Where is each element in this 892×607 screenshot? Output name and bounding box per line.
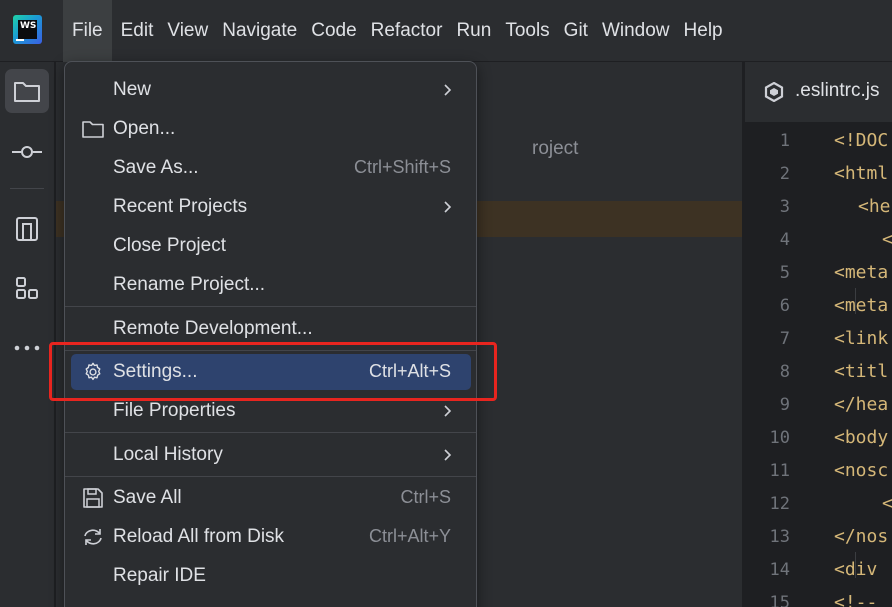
code-line[interactable]: <meta xyxy=(834,295,888,316)
menu-item-rename-project[interactable]: Rename Project... xyxy=(71,267,471,303)
line-number: 15 xyxy=(769,593,790,607)
strip-divider xyxy=(10,188,44,189)
menu-view[interactable]: View xyxy=(160,0,215,62)
menu-item-label: Local History xyxy=(113,444,223,465)
menu-window[interactable]: Window xyxy=(595,0,677,62)
menu-item-recent-projects[interactable]: Recent Projects xyxy=(71,189,471,225)
annotation-highlight-box xyxy=(49,342,497,401)
code-line[interactable]: < xyxy=(882,493,892,514)
menu-tools[interactable]: Tools xyxy=(498,0,556,62)
menu-item-label: Repair IDE xyxy=(113,565,206,586)
eslint-config-icon xyxy=(764,82,784,102)
menu-item-label: Reload All from Disk xyxy=(113,526,285,547)
chevron-right-icon xyxy=(444,201,452,213)
menu-item-save-as[interactable]: Save As... Ctrl+Shift+S xyxy=(71,150,471,186)
tool-window-strip xyxy=(0,62,55,607)
code-line[interactable]: <link xyxy=(834,328,888,349)
menu-code[interactable]: Code xyxy=(304,0,363,62)
code-line[interactable]: <titl xyxy=(834,361,888,382)
menu-item-label: Save As... xyxy=(113,157,199,178)
chevron-right-icon xyxy=(444,405,452,417)
line-number: 3 xyxy=(779,197,790,217)
line-number: 9 xyxy=(779,395,790,415)
line-number: 8 xyxy=(779,362,790,382)
project-panel-text: roject xyxy=(532,138,579,159)
code-line[interactable]: <!DOC xyxy=(834,130,888,151)
menu-file[interactable]: File xyxy=(63,0,112,62)
editor: .eslintrc.js 1 2 3 4 5 6 7 8 9 10 11 12 … xyxy=(745,62,892,607)
menu-item-local-history[interactable]: Local History xyxy=(71,437,471,473)
title-bar: WS File Edit View Navigate Code Refactor… xyxy=(0,0,892,62)
line-number: 13 xyxy=(769,527,790,547)
line-number: 10 xyxy=(769,428,790,448)
menu-item-open[interactable]: Open... xyxy=(71,111,471,147)
line-number: 5 xyxy=(779,263,790,283)
menu-navigate[interactable]: Navigate xyxy=(215,0,304,62)
line-number: 4 xyxy=(779,230,790,250)
file-menu-dropdown: New Open... Save As... Ctrl+Shift+S Rece… xyxy=(64,61,477,607)
commit-icon[interactable] xyxy=(5,130,49,174)
editor-tab-eslintrc[interactable]: .eslintrc.js xyxy=(795,80,879,102)
more-tools-icon[interactable] xyxy=(5,326,49,370)
chevron-right-icon xyxy=(444,84,452,96)
code-line[interactable]: <he xyxy=(858,196,891,217)
line-number: 7 xyxy=(779,329,790,349)
menu-item-shortcut: Ctrl+S xyxy=(400,487,451,507)
folder-icon xyxy=(82,121,104,138)
menu-item-save-all[interactable]: Save All Ctrl+S xyxy=(71,480,471,516)
reload-icon xyxy=(84,529,102,545)
code-line[interactable]: </hea xyxy=(834,394,888,415)
menu-item-label: New xyxy=(113,79,152,100)
line-number: 1 xyxy=(779,131,790,151)
menu-git[interactable]: Git xyxy=(557,0,595,62)
code-line[interactable]: <!-- xyxy=(834,592,877,607)
code-line[interactable]: <body xyxy=(834,427,888,448)
chevron-right-icon xyxy=(444,449,452,461)
structure-icon[interactable] xyxy=(5,266,49,310)
logo-text: WS xyxy=(20,21,37,31)
webstorm-logo[interactable]: WS xyxy=(13,15,42,44)
menu-item-reload-all[interactable]: Reload All from Disk Ctrl+Alt+Y xyxy=(71,519,471,555)
menu-help[interactable]: Help xyxy=(677,0,730,62)
menu-separator xyxy=(65,306,476,307)
line-number: 11 xyxy=(769,461,790,481)
menu-item-label: Close Project xyxy=(113,235,226,256)
line-number: 2 xyxy=(779,164,790,184)
code-line[interactable]: < xyxy=(882,229,892,250)
code-line[interactable]: </nos xyxy=(834,526,888,547)
line-number-gutter: 1 2 3 4 5 6 7 8 9 10 11 12 13 14 15 xyxy=(745,123,800,607)
menu-item-label: File Properties xyxy=(113,400,236,421)
code-line[interactable]: <nosc xyxy=(834,460,888,481)
project-folder-icon[interactable] xyxy=(5,69,49,113)
menu-separator xyxy=(65,476,476,477)
editor-tab-bar: .eslintrc.js xyxy=(745,62,892,123)
menu-item-repair-ide[interactable]: Repair IDE xyxy=(71,558,471,594)
code-line[interactable]: <html xyxy=(834,163,888,184)
code-line[interactable]: <meta xyxy=(834,262,888,283)
menu-item-label: Recent Projects xyxy=(113,196,248,217)
menu-edit[interactable]: Edit xyxy=(114,0,161,62)
menu-item-shortcut: Ctrl+Shift+S xyxy=(353,157,451,177)
line-number: 14 xyxy=(769,560,790,580)
main-menu-bar: File Edit View Navigate Code Refactor Ru… xyxy=(63,0,730,62)
pull-requests-icon[interactable] xyxy=(5,207,49,251)
menu-separator xyxy=(65,432,476,433)
menu-item-shortcut: Ctrl+Alt+Y xyxy=(368,526,451,546)
menu-item-label: Save All xyxy=(113,487,182,508)
menu-item-label: Remote Development... xyxy=(113,318,313,339)
code-line[interactable]: <div xyxy=(834,559,888,580)
save-icon xyxy=(83,488,103,508)
line-number: 12 xyxy=(769,494,790,514)
menu-item-close-project[interactable]: Close Project xyxy=(71,228,471,264)
menu-item-label: Rename Project... xyxy=(113,274,266,295)
menu-run[interactable]: Run xyxy=(449,0,498,62)
menu-item-label: Open... xyxy=(113,118,176,139)
menu-refactor[interactable]: Refactor xyxy=(364,0,450,62)
line-number: 6 xyxy=(779,296,790,316)
menu-item-new[interactable]: New xyxy=(71,72,471,108)
